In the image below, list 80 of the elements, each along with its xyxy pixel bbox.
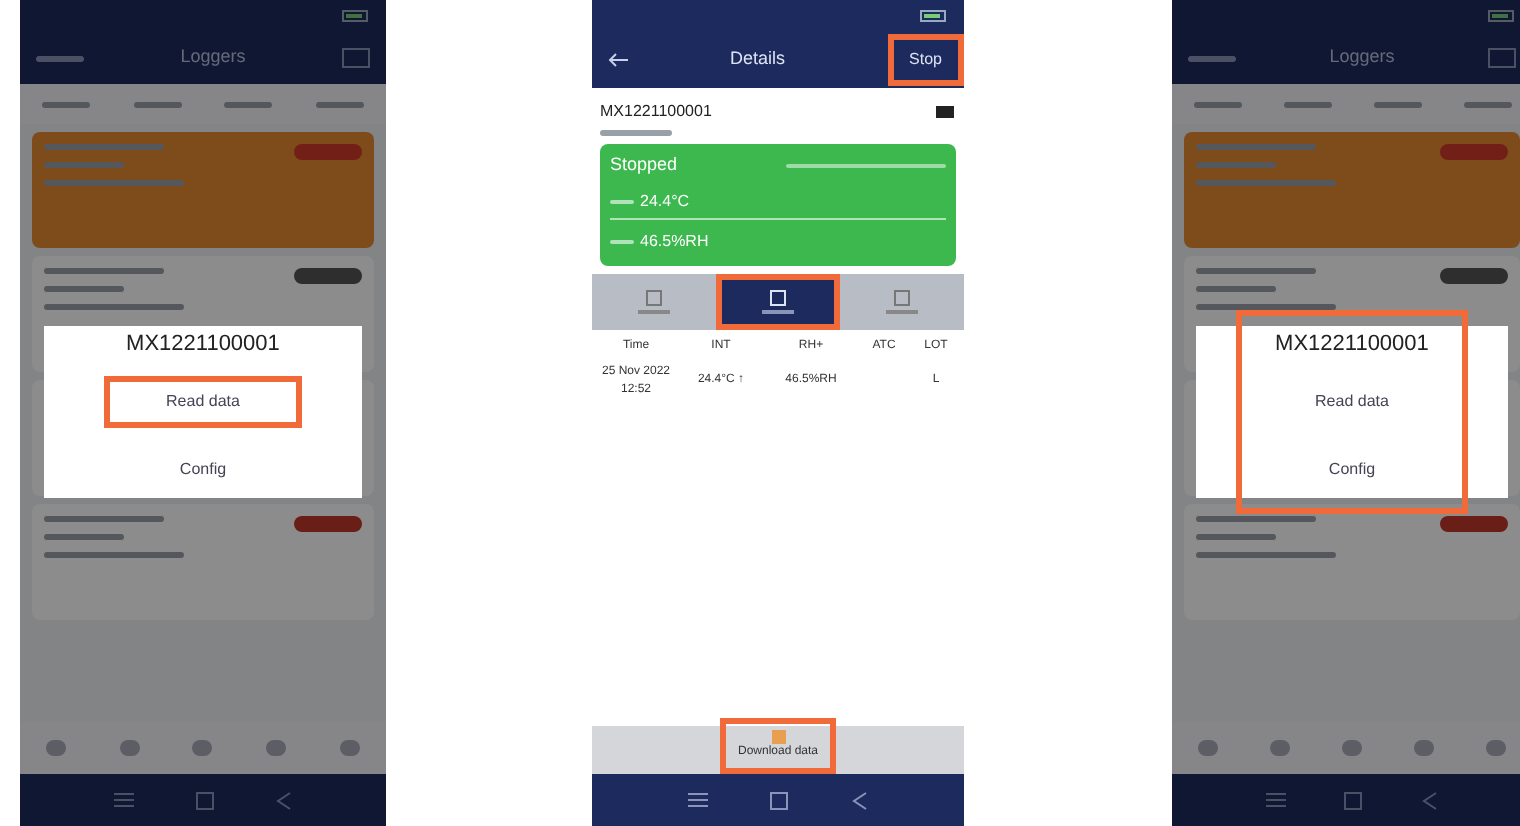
blurred-text [1188, 55, 1236, 61]
back-icon[interactable] [852, 791, 869, 809]
status-pill [294, 516, 362, 532]
blurred-text [316, 101, 365, 107]
menu-icon[interactable] [114, 792, 135, 808]
blurred-text [44, 144, 164, 150]
blurred-text [600, 130, 672, 136]
dialog-option[interactable]: Config [117, 444, 289, 497]
tab-icon[interactable] [1486, 740, 1506, 756]
status-pill [1440, 516, 1508, 532]
dialog-option[interactable]: Read data [104, 376, 302, 429]
back-icon[interactable] [275, 791, 292, 809]
tab-icon [894, 289, 910, 305]
home-icon[interactable] [1344, 791, 1363, 809]
blurred-text [1463, 101, 1511, 107]
blurred-text [1196, 286, 1276, 292]
dialog-title: MX1221100001 [126, 329, 280, 360]
back-icon[interactable] [1422, 791, 1439, 809]
tab-icon[interactable] [119, 740, 140, 756]
list-icon[interactable] [1488, 48, 1516, 68]
blurred-text [44, 162, 124, 168]
tab-icon[interactable] [1342, 740, 1362, 756]
tab-icon [770, 289, 786, 305]
stop-button[interactable]: Stop [887, 34, 964, 86]
status-pill [294, 268, 362, 284]
status-label: Stopped [610, 152, 678, 178]
tab-icon[interactable] [1270, 740, 1290, 756]
reading-value: 24.4°C [640, 189, 690, 213]
header-title: Loggers [1329, 44, 1395, 71]
blurred-text [1373, 101, 1421, 107]
device-id: MX1221100001 [600, 100, 712, 124]
blurred-text [44, 286, 124, 292]
dialog-option[interactable]: Config [1266, 444, 1438, 497]
blurred-text [44, 552, 184, 558]
battery-icon [342, 10, 370, 22]
reading-value: 46.5%RH [640, 229, 709, 253]
blurred-text [44, 534, 124, 540]
status-pill [1440, 144, 1508, 160]
back-arrow-icon[interactable] [608, 52, 628, 68]
blurred-text [36, 55, 84, 61]
blurred-text [1196, 552, 1336, 558]
blurred-text [44, 516, 164, 522]
blurred-text [1193, 101, 1241, 107]
blurred-text [1196, 162, 1276, 168]
blurred-text [1196, 304, 1336, 310]
tab-icon[interactable] [339, 740, 360, 756]
tab-icon[interactable] [1414, 740, 1434, 756]
battery-icon [920, 10, 948, 22]
download-icon [771, 730, 785, 744]
tab-icon[interactable] [266, 740, 287, 756]
blurred-text [224, 101, 273, 107]
dialog-title: MX1221100001 [1275, 329, 1429, 360]
blurred-text [44, 180, 184, 186]
list-icon[interactable] [342, 48, 370, 68]
home-icon[interactable] [770, 791, 789, 809]
blurred-text [1196, 144, 1316, 150]
menu-icon[interactable] [1265, 792, 1286, 808]
blurred-text [1196, 180, 1336, 186]
status-pill [294, 144, 362, 160]
battery-icon [936, 106, 956, 118]
header-title: Details [730, 46, 786, 73]
blurred-text [44, 304, 184, 310]
blurred-text [1196, 268, 1316, 274]
blurred-text [44, 268, 164, 274]
blurred-text [1196, 534, 1276, 540]
tab[interactable] [716, 273, 840, 329]
blurred-text [133, 101, 182, 107]
blurred-text [1196, 516, 1316, 522]
dialog-option[interactable]: Read data [1253, 376, 1451, 429]
battery-icon [1488, 10, 1516, 22]
tab-icon [646, 289, 662, 305]
tab-icon[interactable] [46, 740, 67, 756]
blurred-text [1283, 101, 1331, 107]
menu-icon[interactable] [687, 792, 708, 808]
home-icon[interactable] [195, 791, 214, 809]
status-pill [1440, 268, 1508, 284]
blurred-text [41, 101, 90, 107]
tab-icon[interactable] [192, 740, 213, 756]
header-title: Loggers [180, 44, 246, 71]
tab-icon[interactable] [1198, 740, 1218, 756]
